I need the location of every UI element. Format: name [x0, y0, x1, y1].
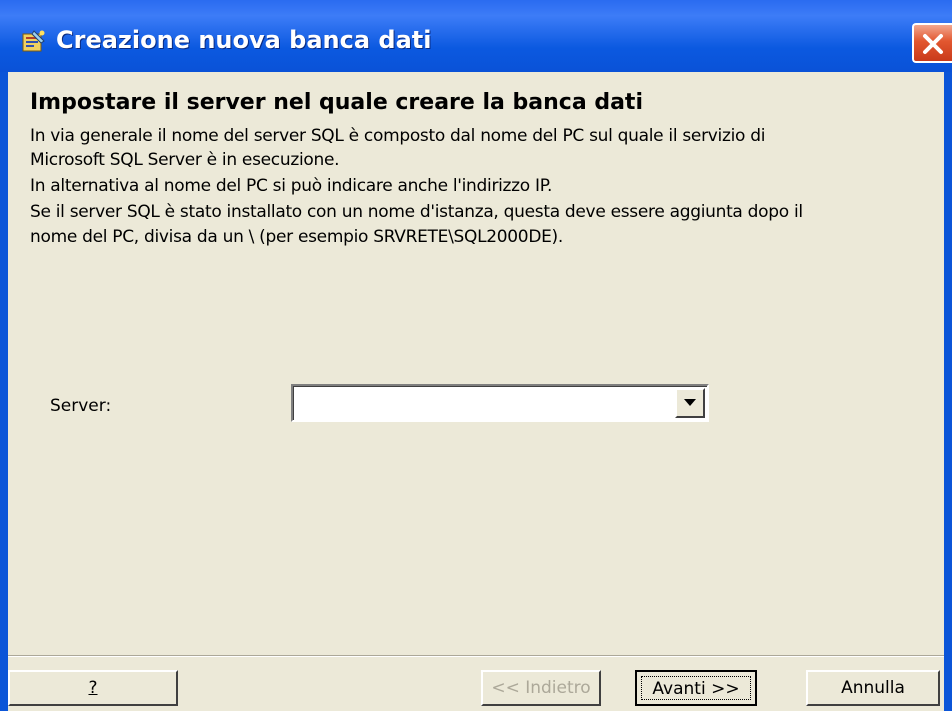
wizard-window: Creazione nuova banca dati Impostare il … [0, 0, 952, 711]
focus-rect: Avanti >> [641, 676, 751, 700]
cancel-button[interactable]: Annulla [806, 670, 940, 706]
server-combobox[interactable] [291, 384, 709, 422]
description-line: Microsoft SQL Server è in esecuzione. [30, 150, 340, 170]
next-button[interactable]: Avanti >> [635, 670, 757, 706]
close-icon [923, 34, 943, 54]
back-button-label: << Indietro [491, 678, 591, 698]
wizard-app-icon [20, 29, 46, 55]
server-input[interactable] [293, 386, 668, 420]
cancel-button-label: Annulla [841, 678, 905, 698]
wizard-page: Impostare il server nel quale creare la … [8, 72, 944, 711]
page-heading: Impostare il server nel quale creare la … [30, 90, 643, 115]
back-button[interactable]: << Indietro [481, 670, 601, 706]
window-frame-right [944, 72, 952, 711]
server-label: Server: [50, 396, 112, 416]
next-button-label: Avanti >> [652, 679, 740, 699]
chevron-down-icon [684, 399, 696, 406]
help-button-label: ? [88, 678, 98, 698]
description-line: nome del PC, divisa da un \ (per esempio… [30, 227, 563, 247]
description-line: In via generale il nome del server SQL è… [30, 126, 766, 146]
separator [8, 655, 944, 657]
close-button[interactable] [912, 23, 952, 63]
description-line: In alternativa al nome del PC si può ind… [30, 176, 553, 196]
help-button[interactable]: ? [8, 670, 178, 706]
window-frame-left [0, 72, 8, 711]
description-line: Se il server SQL è stato installato con … [30, 202, 803, 222]
server-dropdown-button[interactable] [675, 388, 705, 418]
window-title: Creazione nuova banca dati [56, 26, 432, 54]
